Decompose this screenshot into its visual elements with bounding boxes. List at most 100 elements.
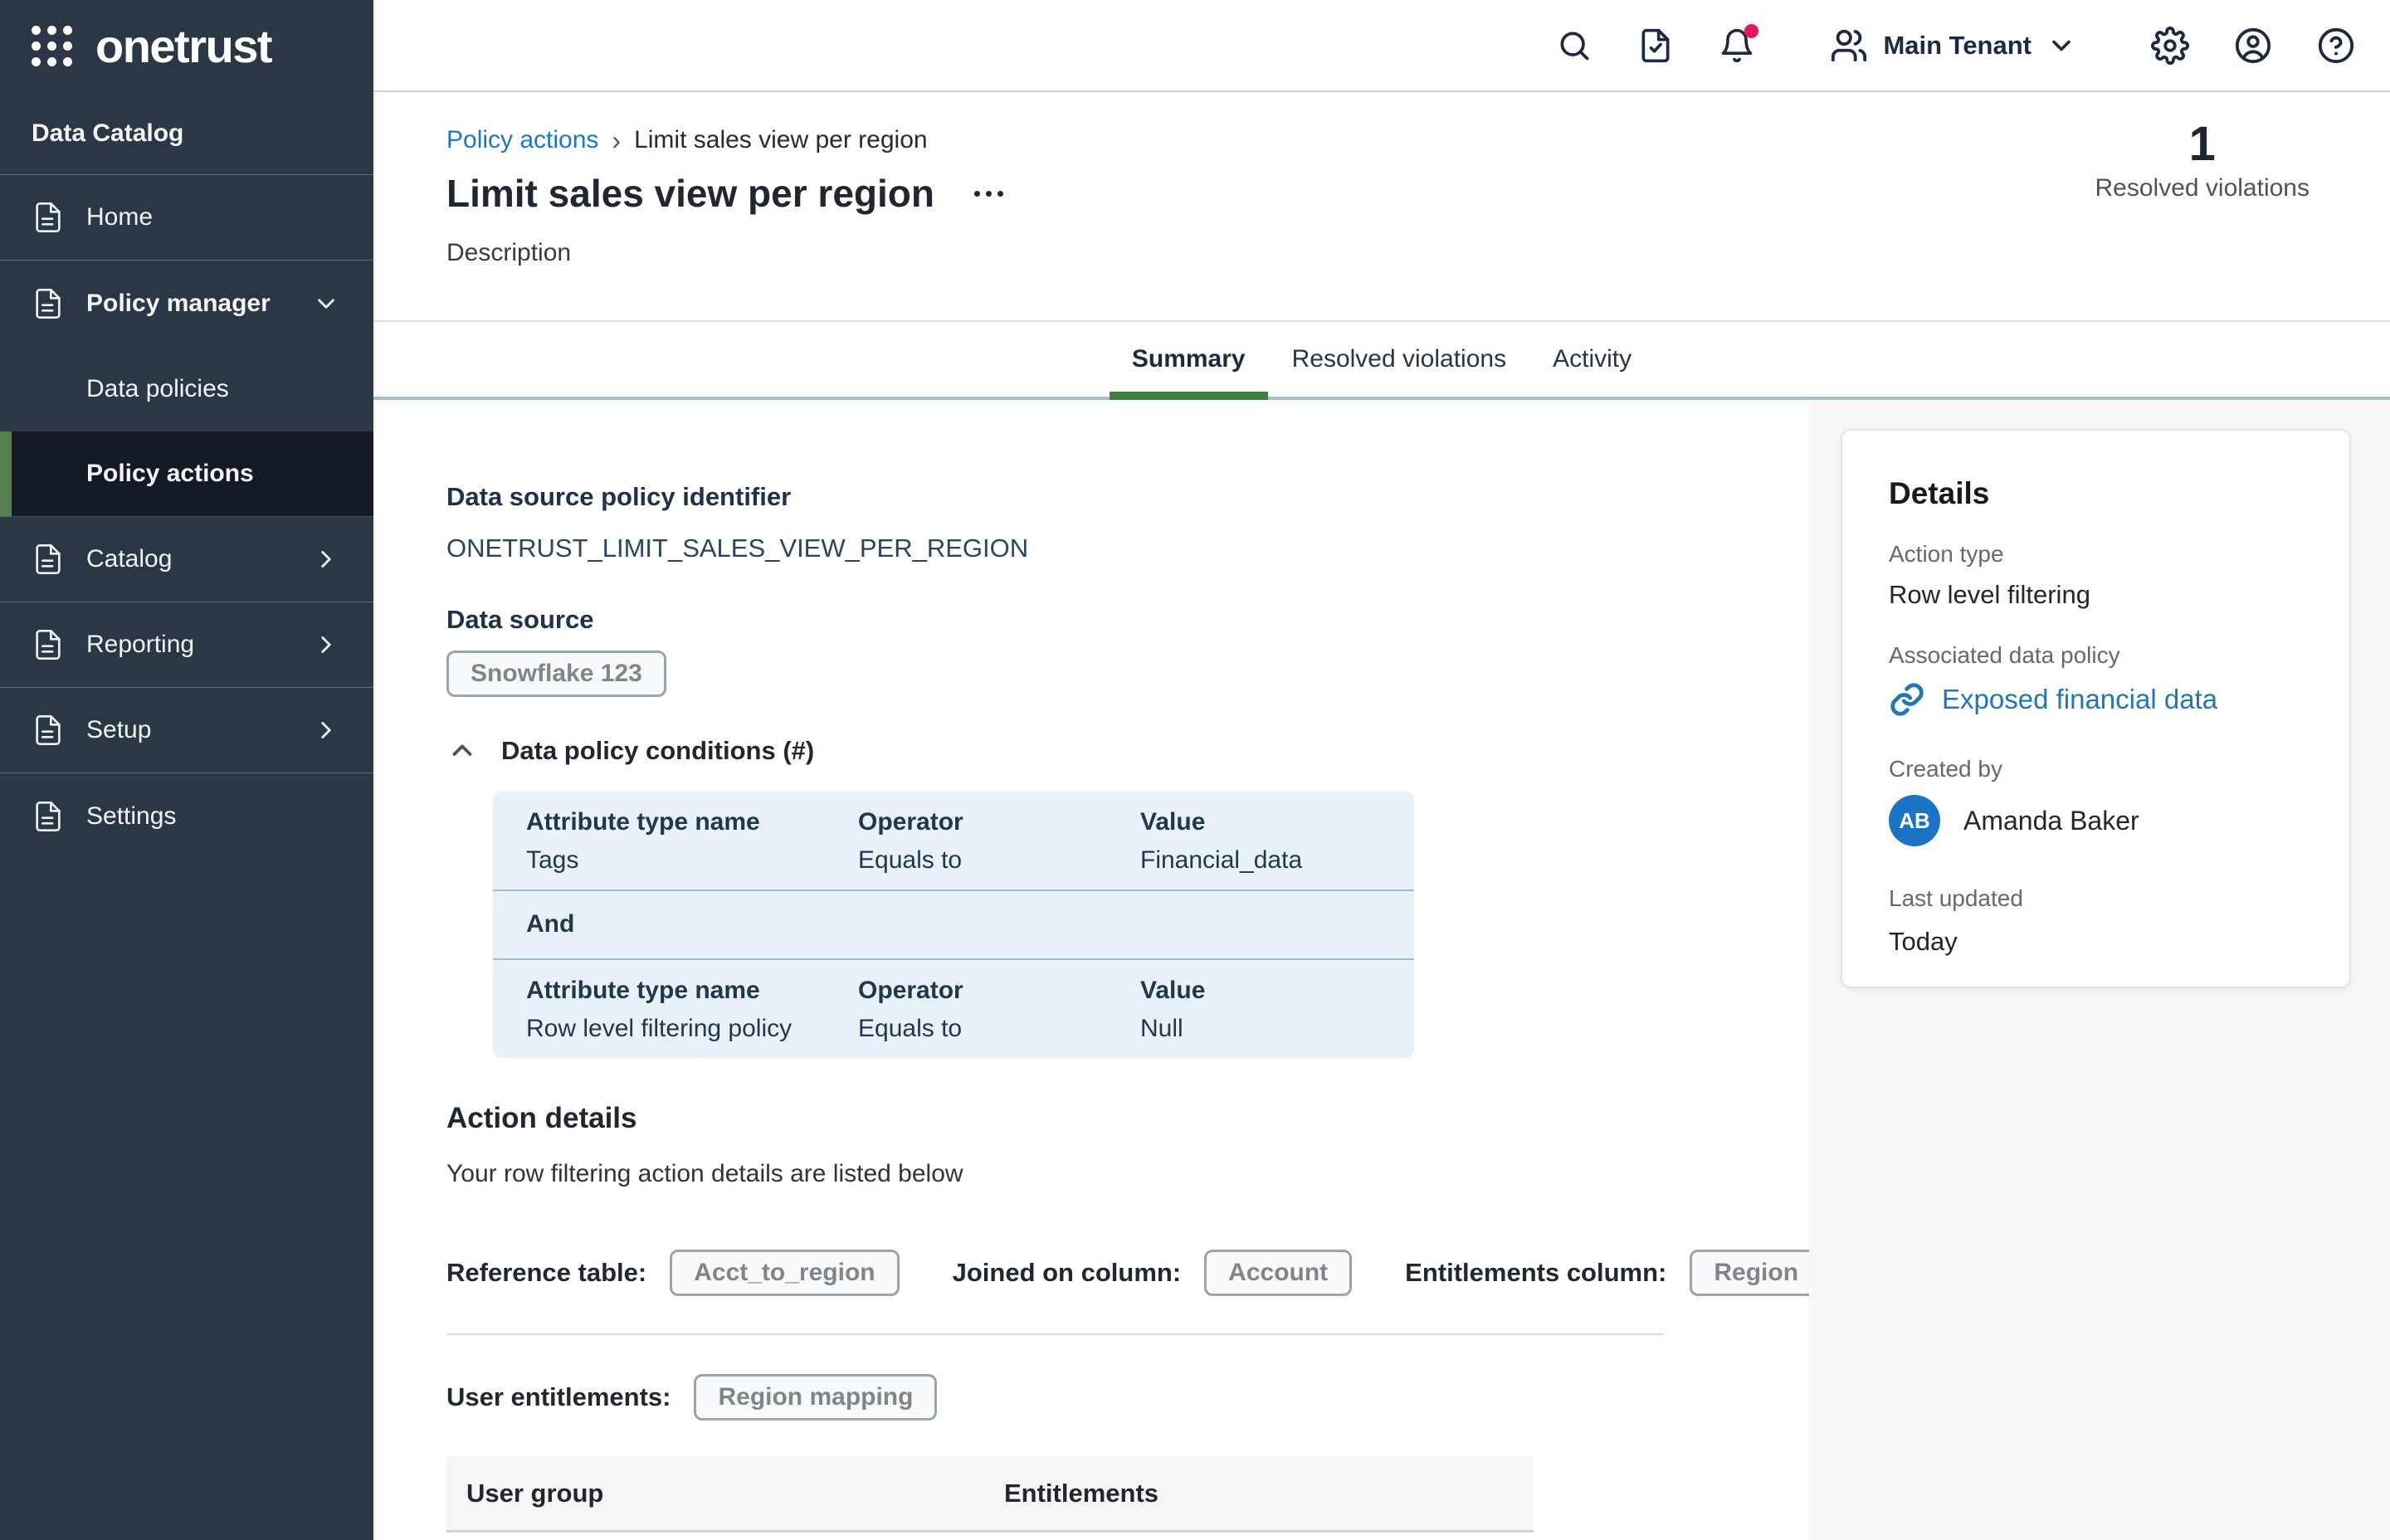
- sidebar-item-data-policies[interactable]: Data policies: [0, 346, 373, 431]
- stat-label: Resolved violations: [2095, 172, 2310, 205]
- created-by-label: Created by: [1889, 754, 2303, 784]
- data-source-label: Data source: [446, 604, 1809, 636]
- user-entitlements-chip[interactable]: Region mapping: [694, 1374, 937, 1421]
- sidebar-item-label: Home: [86, 203, 153, 231]
- sidebar-item-setup[interactable]: Setup: [0, 688, 373, 773]
- page-description: Description: [446, 238, 2390, 268]
- data-source-chip[interactable]: Snowflake 123: [446, 651, 666, 697]
- link-chain-icon: [1889, 681, 1925, 718]
- sidebar-item-label: Data policies: [86, 375, 229, 403]
- action-details-fields: Reference table: Acct_to_region Joined o…: [446, 1250, 1809, 1296]
- conditions-toggle[interactable]: Data policy conditions (#): [446, 735, 1809, 767]
- created-by-row: AB Amanda Baker: [1889, 795, 2303, 846]
- divider: [446, 1333, 1664, 1335]
- tab-resolved-violations[interactable]: Resolved violations: [1292, 322, 1506, 397]
- sidebar-item-label: Catalog: [86, 545, 172, 573]
- identifier-value: ONETRUST_LIMIT_SALES_VIEW_PER_REGION: [446, 533, 1809, 564]
- chevron-up-icon: [446, 735, 478, 767]
- user-group-column-header: User group: [466, 1479, 1004, 1508]
- sidebar-item-catalog[interactable]: Catalog: [0, 517, 373, 602]
- breadcrumb-policy-actions[interactable]: Policy actions: [446, 125, 598, 155]
- stat-value: 1: [2095, 117, 2310, 172]
- condition-attribute: Row level filtering policy: [526, 1013, 858, 1045]
- details-card: Details Action type Row level filtering …: [1841, 429, 2351, 988]
- page-title: Limit sales view per region: [446, 170, 934, 217]
- associated-policy-link[interactable]: Exposed financial data: [1889, 680, 2303, 719]
- sidebar-item-settings[interactable]: Settings: [0, 773, 373, 859]
- tenant-switcher[interactable]: Main Tenant: [1830, 27, 2076, 65]
- tenant-label: Main Tenant: [1883, 31, 2032, 61]
- user-entitlements-label: User entitlements:: [446, 1382, 671, 1412]
- entitlements-column-chip[interactable]: Region: [1690, 1250, 1822, 1296]
- help-icon[interactable]: [2317, 27, 2355, 65]
- sidebar-item-policy-actions[interactable]: Policy actions: [0, 431, 373, 517]
- condition-row: Attribute type name Operator Value Row l…: [493, 960, 1414, 1058]
- joined-on-column-label: Joined on column:: [953, 1258, 1182, 1288]
- sidebar-item-label: Settings: [86, 802, 176, 831]
- condition-attribute: Tags: [526, 845, 858, 876]
- sidebar: onetrust Data Catalog Home Policy manage…: [0, 0, 373, 1540]
- sidebar-item-label: Reporting: [86, 631, 194, 659]
- sidebar-item-label: Setup: [86, 716, 151, 744]
- col-value: Value: [1140, 975, 1414, 1006]
- sidebar-item-label: Policy manager: [86, 290, 271, 318]
- entitlements-column-label: Entitlements column:: [1405, 1258, 1666, 1288]
- document-icon: [32, 287, 65, 320]
- condition-row: Attribute type name Operator Value Tags …: [493, 792, 1414, 889]
- joined-on-column-chip[interactable]: Account: [1204, 1250, 1352, 1296]
- col-attribute: Attribute type name: [526, 975, 858, 1006]
- entitlements-table: User group Entitlements: [446, 1456, 1534, 1533]
- entitlements-table-header: User group Entitlements: [446, 1456, 1534, 1533]
- gear-icon[interactable]: [2151, 27, 2189, 65]
- tab-summary[interactable]: Summary: [1132, 322, 1246, 397]
- last-updated-value: Today: [1889, 925, 2303, 958]
- brand-wordmark: onetrust: [95, 19, 271, 73]
- notification-badge: [1744, 24, 1758, 38]
- main-column: Main Tenant Policy actions › Limit sales…: [373, 0, 2390, 1540]
- condition-connector: And: [493, 891, 1414, 958]
- account-icon[interactable]: [2234, 27, 2272, 65]
- resolved-violations-stat: 1 Resolved violations: [2095, 117, 2310, 205]
- associated-policy-link-text: Exposed financial data: [1942, 680, 2217, 719]
- reference-table-chip[interactable]: Acct_to_region: [670, 1250, 899, 1296]
- chevron-down-icon: [312, 290, 340, 318]
- conditions-title: Data policy conditions (#): [501, 736, 814, 766]
- entitlements-column-header: Entitlements: [1004, 1479, 1534, 1508]
- created-by-name: Amanda Baker: [1963, 806, 2139, 836]
- tab-bar: Summary Resolved violations Activity: [373, 322, 2390, 400]
- app-grid-icon: [32, 26, 72, 66]
- document-icon: [32, 543, 65, 576]
- sidebar-item-home[interactable]: Home: [0, 175, 373, 261]
- content-area: Data source policy identifier ONETRUST_L…: [373, 400, 2390, 1540]
- details-title: Details: [1889, 474, 2303, 514]
- logo[interactable]: onetrust: [0, 0, 373, 92]
- associated-policy-label: Associated data policy: [1889, 641, 2303, 670]
- document-icon: [32, 714, 65, 747]
- document-check-icon[interactable]: [1637, 27, 1674, 64]
- condition-operator: Equals to: [858, 845, 1140, 876]
- more-actions-icon[interactable]: [973, 183, 1005, 205]
- document-icon: [32, 628, 65, 661]
- col-attribute: Attribute type name: [526, 807, 858, 838]
- breadcrumb-separator: ›: [612, 125, 621, 155]
- search-icon[interactable]: [1556, 27, 1593, 64]
- details-sidebar: Details Action type Row level filtering …: [1809, 400, 2390, 1540]
- action-details-subtitle: Your row filtering action details are li…: [446, 1158, 1809, 1190]
- sidebar-item-policy-manager[interactable]: Policy manager: [0, 261, 373, 346]
- condition-value: Financial_data: [1140, 845, 1414, 876]
- notifications-bell-icon[interactable]: [1719, 27, 1755, 64]
- app-window: onetrust Data Catalog Home Policy manage…: [0, 0, 2390, 1540]
- tenant-people-icon: [1830, 27, 1868, 65]
- tab-activity[interactable]: Activity: [1553, 322, 1632, 397]
- chevron-right-icon: [312, 545, 340, 573]
- chevron-down-icon: [2046, 31, 2076, 61]
- user-entitlements-field: User entitlements: Region mapping: [446, 1374, 1809, 1421]
- sidebar-item-reporting[interactable]: Reporting: [0, 602, 373, 688]
- page-header: Policy actions › Limit sales view per re…: [373, 92, 2390, 322]
- action-type-value: Row level filtering: [1889, 578, 2303, 612]
- chevron-right-icon: [312, 716, 340, 744]
- document-icon: [32, 800, 65, 833]
- sidebar-item-label: Policy actions: [86, 460, 254, 488]
- avatar: AB: [1889, 795, 1940, 846]
- reference-table-label: Reference table:: [446, 1258, 646, 1288]
